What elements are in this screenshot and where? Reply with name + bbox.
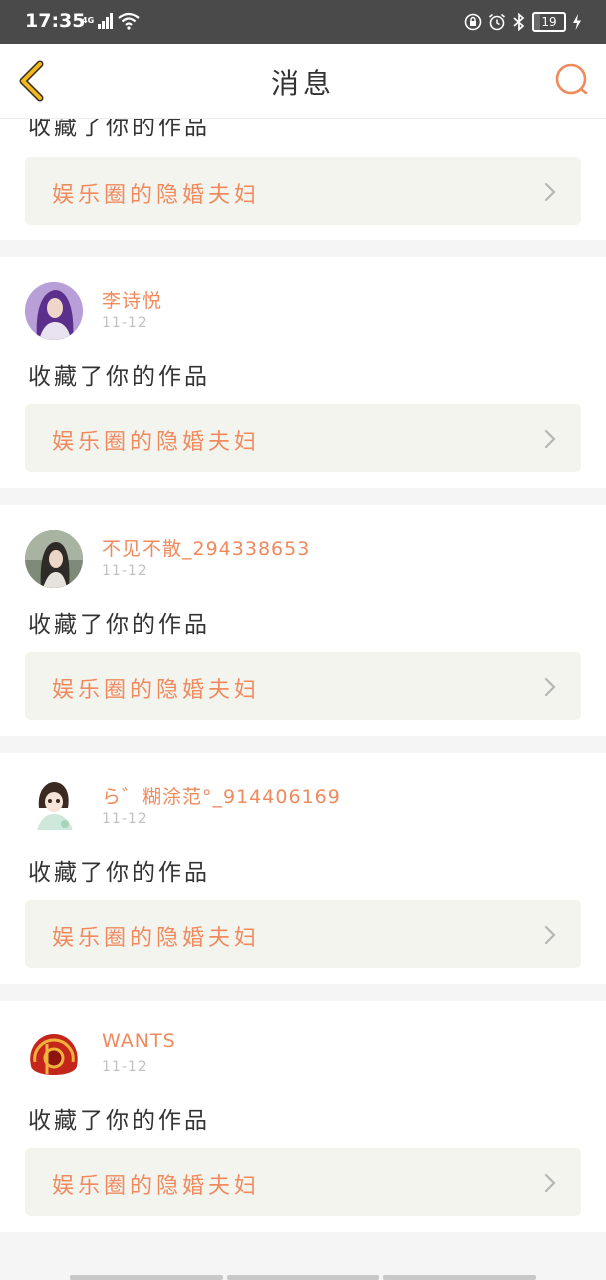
avatar[interactable] [25, 1026, 83, 1084]
wifi-icon [118, 12, 140, 30]
alarm-icon [488, 13, 506, 31]
signal-icon [98, 13, 114, 29]
search-button[interactable] [552, 60, 592, 100]
lock-rotation-icon [464, 13, 482, 31]
separator [0, 240, 606, 257]
nav-header: 消息 [0, 44, 606, 119]
user-avatar-image [25, 530, 83, 588]
action-text: 收藏了你的作品 [28, 612, 210, 638]
user-avatar-image [25, 282, 83, 340]
chevron-right-icon [544, 925, 556, 945]
action-text: 收藏了你的作品 [28, 119, 210, 140]
work-link[interactable]: 娱乐圈的隐婚夫妇 [25, 1148, 581, 1216]
message-feed: 收藏了你的作品 娱乐圈的隐婚夫妇 李诗悦 11-12 收藏了你的作品 娱乐圈的隐… [0, 119, 606, 1249]
username[interactable]: 不见不散_294338653 [102, 534, 310, 561]
separator [0, 736, 606, 753]
work-title: 娱乐圈的隐婚夫妇 [52, 1174, 261, 1199]
message-date: 11-12 [102, 1059, 148, 1075]
action-text: 收藏了你的作品 [28, 364, 210, 390]
username[interactable]: 李诗悦 [102, 286, 162, 313]
message-date: 11-12 [102, 811, 148, 827]
separator [0, 984, 606, 1001]
status-time: 17:35 [25, 10, 86, 32]
network-label: 4G [82, 16, 95, 25]
bluetooth-icon [513, 13, 525, 31]
search-icon [555, 63, 588, 95]
status-bar: 17:35 4G 19 [0, 0, 606, 44]
chevron-right-icon [544, 429, 556, 449]
message-date: 11-12 [102, 315, 148, 331]
chevron-right-icon [544, 1173, 556, 1193]
work-link[interactable]: 娱乐圈的隐婚夫妇 [25, 404, 581, 472]
action-text: 收藏了你的作品 [28, 860, 210, 886]
message-card: 李诗悦 11-12 收藏了你的作品 娱乐圈的隐婚夫妇 [0, 257, 606, 488]
action-text: 收藏了你的作品 [28, 1108, 210, 1134]
username[interactable]: WANTS [102, 1030, 176, 1052]
bottom-tab-segment[interactable] [383, 1275, 537, 1280]
message-card-partial: 收藏了你的作品 娱乐圈的隐婚夫妇 [0, 119, 606, 240]
charging-icon [573, 14, 581, 30]
chevron-right-icon [544, 182, 556, 202]
avatar[interactable] [25, 778, 83, 836]
user-avatar-image [25, 1026, 83, 1084]
message-date: 11-12 [102, 563, 148, 579]
work-link[interactable]: 娱乐圈的隐婚夫妇 [25, 900, 581, 968]
avatar[interactable] [25, 282, 83, 340]
work-title: 娱乐圈的隐婚夫妇 [52, 430, 261, 455]
battery-fill [534, 14, 540, 30]
chevron-right-icon [544, 677, 556, 697]
bottom-tab-segment[interactable] [226, 1275, 380, 1280]
message-card: 不见不散_294338653 11-12 收藏了你的作品 娱乐圈的隐婚夫妇 [0, 505, 606, 736]
separator [0, 1232, 606, 1249]
status-left-icons: 4G [82, 12, 140, 30]
message-card: WANTS 11-12 收藏了你的作品 娱乐圈的隐婚夫妇 [0, 1001, 606, 1232]
separator [0, 488, 606, 505]
user-avatar-image [25, 778, 83, 836]
avatar[interactable] [25, 530, 83, 588]
bottom-tab-segment[interactable] [70, 1275, 223, 1280]
battery-level-label: 19 [541, 15, 557, 29]
work-title: 娱乐圈的隐婚夫妇 [52, 678, 261, 703]
status-right-icons: 19 [464, 12, 582, 32]
message-card: ら゛糊涂范°_914406169 11-12 收藏了你的作品 娱乐圈的隐婚夫妇 [0, 753, 606, 984]
bottom-tab-strip [70, 1275, 537, 1280]
work-link[interactable]: 娱乐圈的隐婚夫妇 [25, 652, 581, 720]
work-title: 娱乐圈的隐婚夫妇 [52, 926, 261, 951]
work-title: 娱乐圈的隐婚夫妇 [52, 183, 261, 208]
username[interactable]: ら゛糊涂范°_914406169 [102, 782, 341, 809]
battery-indicator: 19 [532, 12, 566, 32]
work-link[interactable]: 娱乐圈的隐婚夫妇 [25, 157, 581, 225]
page-title: 消息 [270, 67, 335, 100]
